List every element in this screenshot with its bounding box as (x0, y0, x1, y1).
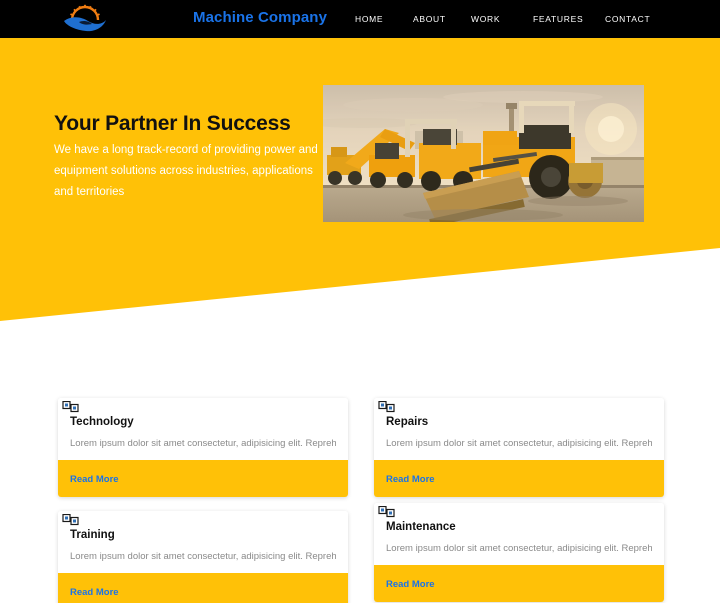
broken-image-icon (62, 401, 84, 413)
service-card-maintenance[interactable]: Maintenance Lorem ipsum dolor sit amet c… (374, 503, 664, 602)
card-body: Maintenance Lorem ipsum dolor sit amet c… (374, 503, 664, 565)
card-title: Maintenance (386, 521, 456, 533)
card-description: Lorem ipsum dolor sit amet consectetur, … (386, 438, 652, 449)
broken-image-icon (62, 514, 84, 526)
hero-description: We have a long track-record of providing… (54, 144, 318, 198)
card-body: Training Lorem ipsum dolor sit amet cons… (58, 511, 348, 573)
read-more-link[interactable]: Read More (386, 579, 435, 590)
nav-link-work[interactable]: WORK (471, 10, 533, 28)
service-card-repairs[interactable]: Repairs Lorem ipsum dolor sit amet conse… (374, 398, 664, 497)
card-title: Technology (70, 416, 134, 428)
read-more-link[interactable]: Read More (70, 474, 119, 485)
hero-title: Your Partner In Success (54, 112, 291, 135)
nav-link-home[interactable]: HOME (355, 10, 413, 28)
brand-name[interactable]: Machine Company (165, 9, 355, 26)
hero-machinery-image (323, 85, 644, 222)
nav-link-features[interactable]: FEATURES (533, 10, 605, 28)
read-more-link[interactable]: Read More (386, 474, 435, 485)
card-title: Repairs (386, 416, 429, 428)
gear-swoosh-logo-icon[interactable] (62, 3, 108, 35)
broken-image-icon (378, 506, 400, 518)
service-card-technology[interactable]: Technology Lorem ipsum dolor sit amet co… (58, 398, 348, 497)
landing-page: Machine Company HOME ABOUT WORK FEATURES… (0, 0, 720, 603)
card-body: Technology Lorem ipsum dolor sit amet co… (58, 398, 348, 460)
card-action-bar[interactable]: Read More (58, 573, 348, 603)
card-title: Training (70, 529, 115, 541)
nav-links: HOME ABOUT WORK FEATURES CONTACT (355, 0, 675, 38)
service-card-training[interactable]: Training Lorem ipsum dolor sit amet cons… (58, 511, 348, 603)
card-description: Lorem ipsum dolor sit amet consectetur, … (70, 551, 336, 562)
broken-image-icon (378, 401, 400, 413)
card-action-bar[interactable]: Read More (374, 460, 664, 497)
read-more-link[interactable]: Read More (70, 587, 119, 598)
card-description: Lorem ipsum dolor sit amet consectetur, … (70, 438, 336, 449)
top-navigation-bar: Machine Company HOME ABOUT WORK FEATURES… (0, 0, 720, 38)
card-action-bar[interactable]: Read More (58, 460, 348, 497)
nav-link-about[interactable]: ABOUT (413, 10, 471, 28)
nav-link-contact[interactable]: CONTACT (605, 10, 675, 28)
card-action-bar[interactable]: Read More (374, 565, 664, 602)
card-description: Lorem ipsum dolor sit amet consectetur, … (386, 543, 652, 554)
card-body: Repairs Lorem ipsum dolor sit amet conse… (374, 398, 664, 460)
